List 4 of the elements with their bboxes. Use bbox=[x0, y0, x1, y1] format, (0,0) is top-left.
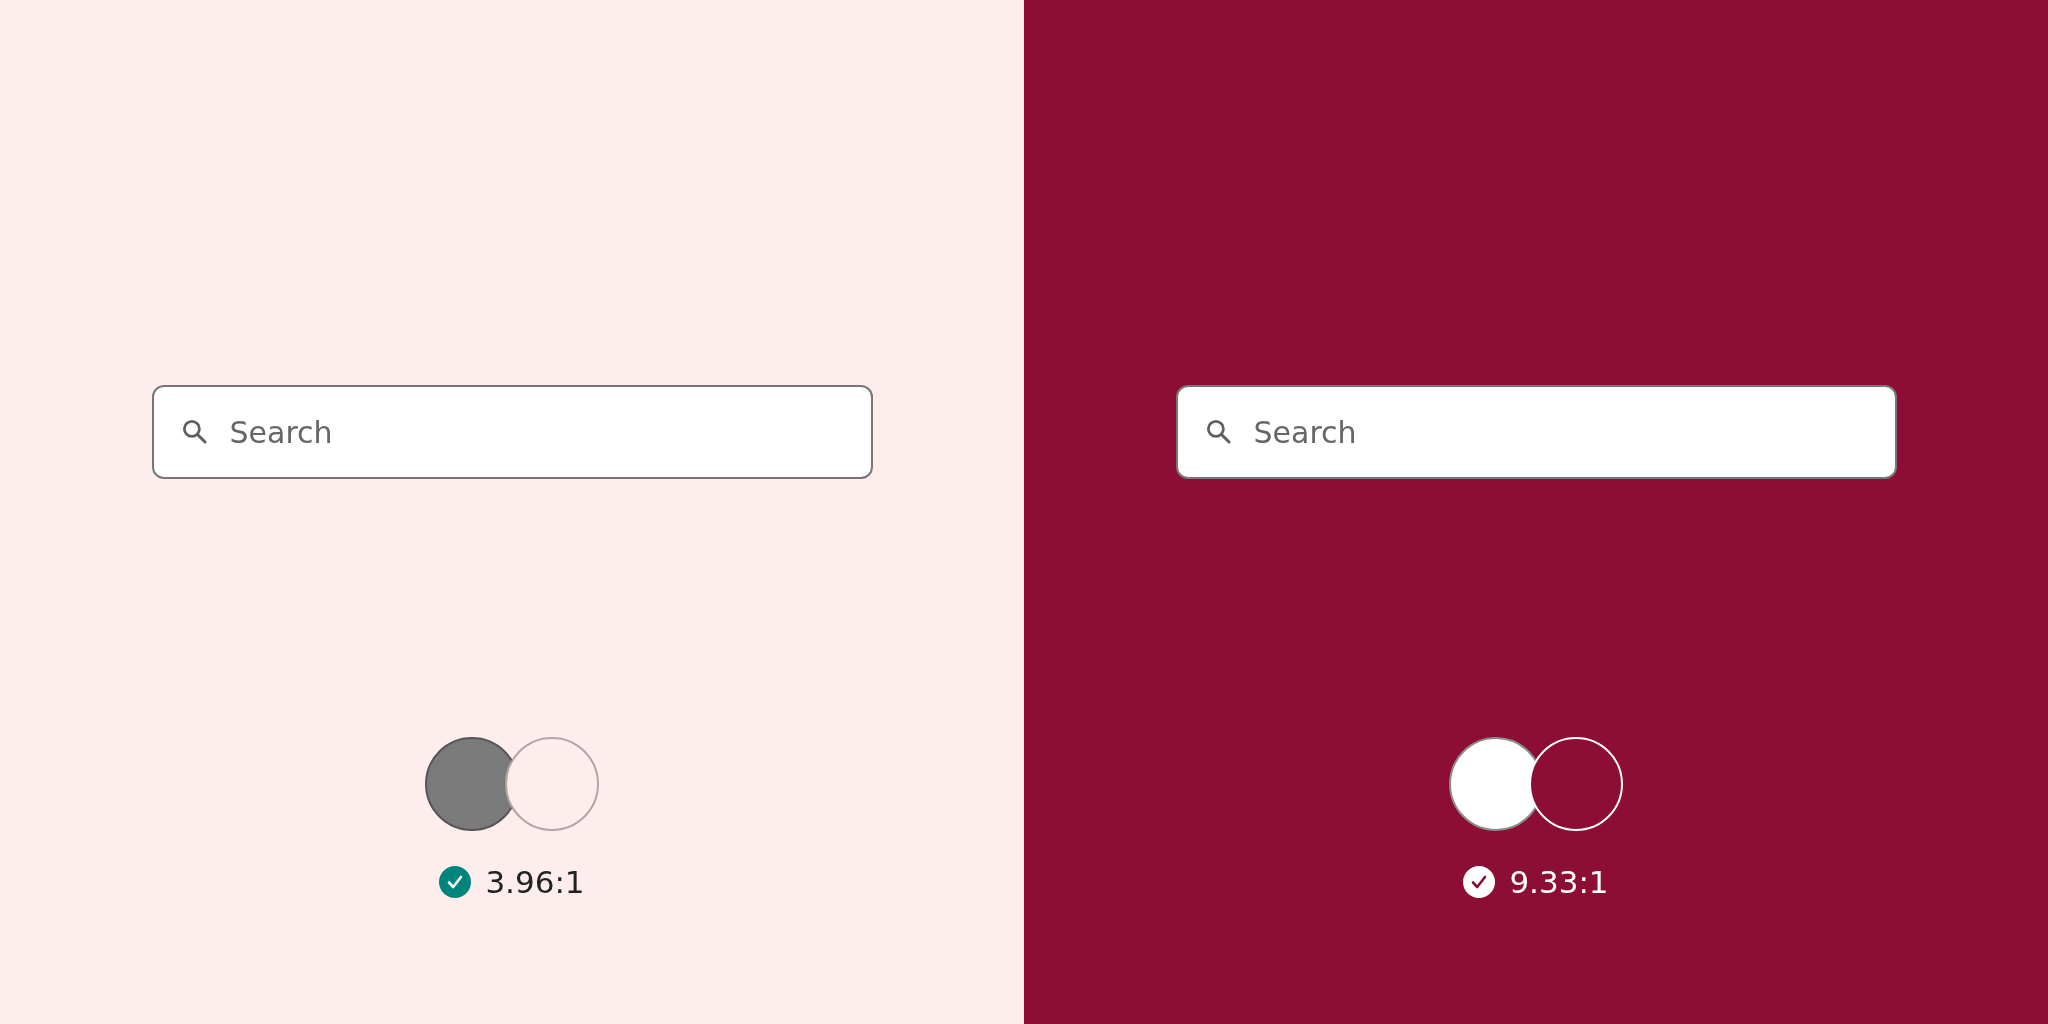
contrast-ratio: 3.96:1 bbox=[485, 864, 585, 900]
search-field[interactable]: Search bbox=[151, 385, 873, 479]
contrast-ratio: 9.33:1 bbox=[1509, 864, 1609, 900]
search-field[interactable]: Search bbox=[1175, 385, 1897, 479]
